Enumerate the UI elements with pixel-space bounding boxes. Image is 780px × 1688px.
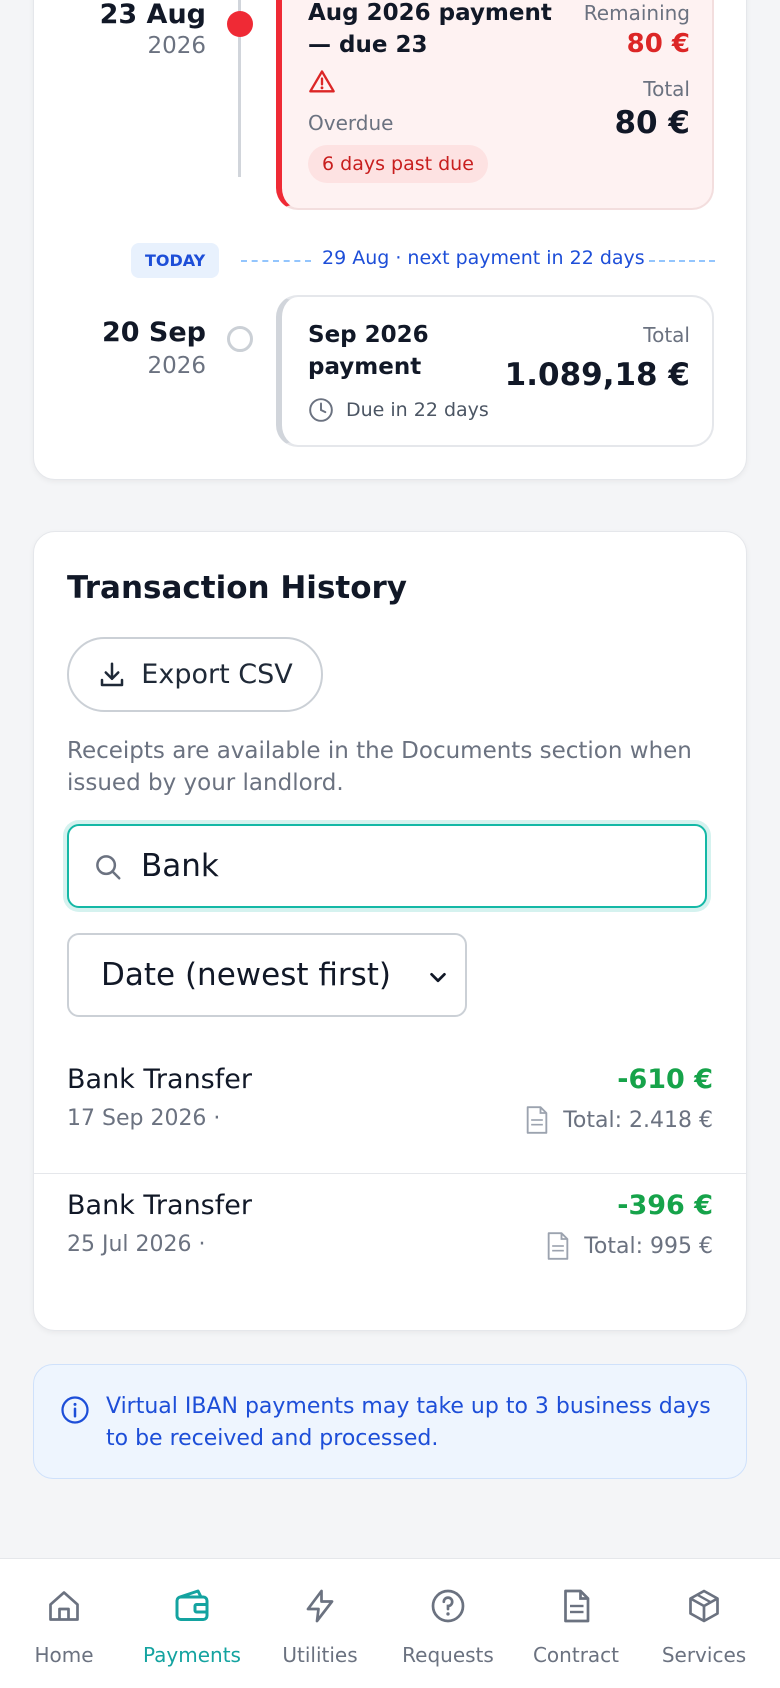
overdue-status-label: Overdue <box>308 111 394 135</box>
lightning-icon <box>306 1589 334 1623</box>
overdue-total-amount: 80 € <box>614 105 690 141</box>
today-divider-right <box>649 260 715 262</box>
transaction-row[interactable]: Bank Transfer 17 Sep 2026 · -610 € Total… <box>34 1048 746 1174</box>
nav-item-services[interactable]: Services <box>640 1559 768 1688</box>
payments-page: 23 Aug 2026 Aug 2026 payment — due 23 Re… <box>0 0 780 1688</box>
sort-select[interactable]: Date (newest first) <box>67 933 467 1017</box>
today-divider-left <box>241 260 311 262</box>
wallet-icon <box>175 1589 209 1621</box>
export-csv-button[interactable]: Export CSV <box>67 637 323 712</box>
download-icon <box>101 662 124 686</box>
chevron-down-icon <box>430 972 446 983</box>
nav-item-home[interactable]: Home <box>0 1559 128 1688</box>
sort-selected-value: Date (newest first) <box>101 957 392 993</box>
document-icon <box>564 1589 590 1623</box>
transaction-total-text: Total: 2.418 € <box>563 1107 713 1133</box>
nav-label-payments: Payments <box>143 1643 241 1667</box>
transaction-total: Total: 995 € <box>546 1232 713 1260</box>
receipt-icon <box>526 1106 548 1134</box>
overdue-total-label: Total <box>643 77 690 101</box>
due-text: Due in 22 days <box>346 399 489 421</box>
nav-item-requests[interactable]: Requests <box>384 1559 512 1688</box>
transaction-total-text: Total: 995 € <box>584 1233 713 1259</box>
upcoming-payment-title-line1: Sep 2026 <box>308 322 429 348</box>
warning-icon <box>309 70 335 93</box>
receipt-icon <box>547 1232 569 1260</box>
info-banner: Virtual IBAN payments may take up to 3 b… <box>33 1364 747 1479</box>
remaining-amount: 80 € <box>626 29 690 59</box>
receipts-note: Receipts are available in the Documents … <box>67 738 692 796</box>
transaction-name: Bank Transfer <box>67 1190 252 1221</box>
upcoming-date-day: 20 Sep <box>101 317 206 348</box>
nav-label-home: Home <box>34 1643 94 1667</box>
bottom-navigation: Home Payments Utilities Requests Contrac… <box>0 1558 780 1688</box>
due-info: Due in 22 days <box>308 397 489 423</box>
nav-item-payments[interactable]: Payments <box>128 1559 256 1688</box>
nav-label-requests: Requests <box>402 1643 494 1667</box>
search-icon <box>96 855 121 880</box>
search-field[interactable] <box>67 824 707 908</box>
home-icon <box>49 1591 79 1621</box>
info-icon <box>61 1396 89 1424</box>
question-icon <box>431 1589 465 1623</box>
transaction-row[interactable]: Bank Transfer 25 Jul 2026 · -396 € Total… <box>34 1174 746 1300</box>
overdue-payment-title: Aug 2026 payment — due 23 <box>308 0 552 58</box>
box-icon <box>689 1589 719 1623</box>
transaction-name: Bank Transfer <box>67 1064 252 1095</box>
next-payment-text: 29 Aug · next payment in 22 days <box>322 247 645 269</box>
payment-timeline-card: 23 Aug 2026 Aug 2026 payment — due 23 Re… <box>33 0 747 480</box>
nav-item-contract[interactable]: Contract <box>512 1559 640 1688</box>
overdue-dot <box>227 11 253 37</box>
clock-icon <box>309 398 333 422</box>
info-banner-text: Virtual IBAN payments may take up to 3 b… <box>106 1394 711 1451</box>
overdue-payment-card[interactable]: Aug 2026 payment — due 23 Remaining 80 €… <box>276 0 714 210</box>
upcoming-payment-title-line2: payment <box>308 354 422 380</box>
today-badge: TODAY <box>131 243 220 278</box>
overdue-date-day: 23 Aug <box>99 0 206 30</box>
transaction-date: 25 Jul 2026 · <box>67 1232 206 1257</box>
section-title: Transaction History <box>67 570 408 606</box>
past-due-badge: 6 days past due <box>308 145 488 183</box>
nav-label-services: Services <box>661 1643 747 1667</box>
transaction-date: 17 Sep 2026 · <box>67 1106 221 1131</box>
export-csv-label: Export CSV <box>141 659 293 690</box>
transaction-history-card: Transaction History Export CSV Receipts … <box>33 531 747 1331</box>
upcoming-payment-card[interactable]: Sep 2026 payment Total 1.089,18 € Due in… <box>276 295 714 447</box>
upcoming-total-amount: 1.089,18 € <box>504 357 690 393</box>
nav-label-contract: Contract <box>532 1643 620 1667</box>
upcoming-date-year: 2026 <box>147 353 206 379</box>
nav-item-utilities[interactable]: Utilities <box>256 1559 384 1688</box>
search-input[interactable] <box>141 836 681 896</box>
nav-label-utilities: Utilities <box>282 1643 358 1667</box>
upcoming-total-label: Total <box>643 323 690 347</box>
upcoming-dot <box>227 326 253 352</box>
overdue-date-year: 2026 <box>147 33 206 59</box>
transaction-amount: -396 € <box>617 1190 713 1221</box>
transaction-amount: -610 € <box>617 1064 713 1095</box>
remaining-label: Remaining <box>583 1 690 25</box>
transaction-total: Total: 2.418 € <box>525 1106 713 1134</box>
